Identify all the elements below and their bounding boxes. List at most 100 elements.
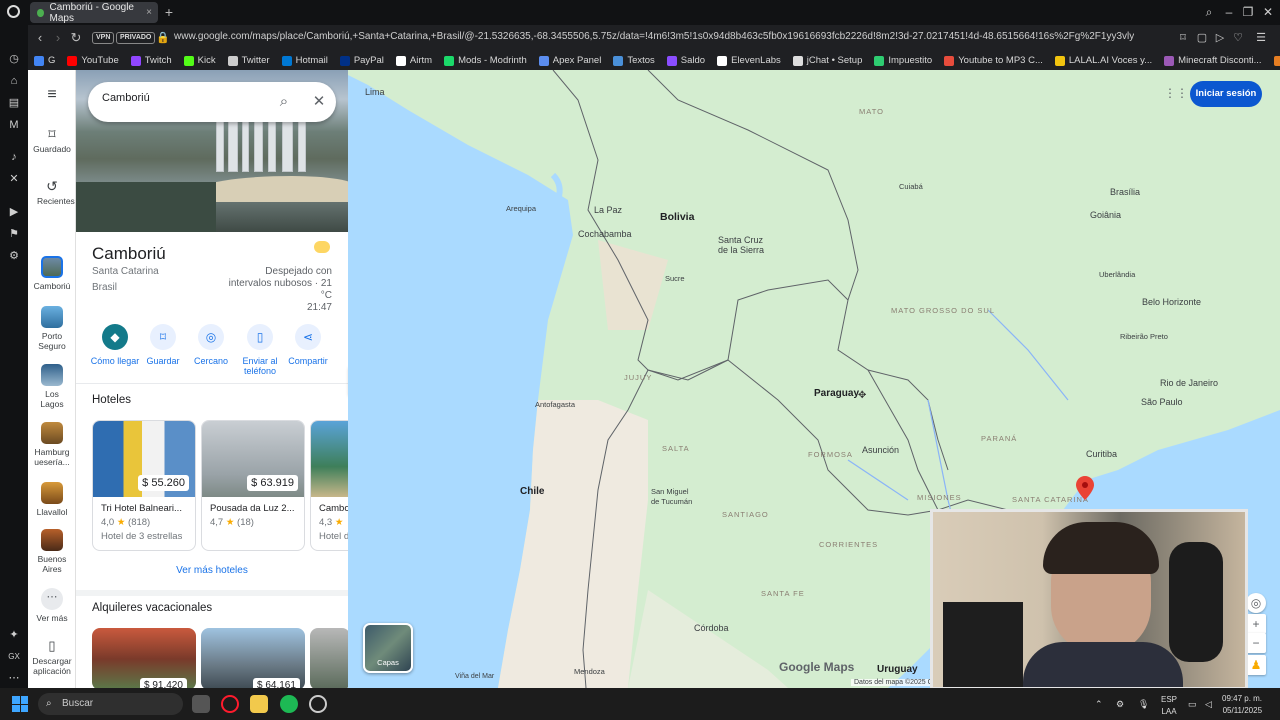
vpn-badge[interactable]: VPN: [92, 32, 115, 44]
url-field[interactable]: www.google.com/maps/place/Camboriú,+Sant…: [174, 31, 1134, 42]
search-tabs-icon[interactable]: ⌕: [1200, 4, 1218, 20]
webcam-overlay: [930, 509, 1248, 690]
zoom-in-button[interactable]: +: [1246, 614, 1266, 634]
back-button[interactable]: ‹: [32, 30, 48, 46]
bookmark-favicon-icon: [444, 55, 455, 66]
rail-item-hamburgueseria[interactable]: Hamburguesería...: [28, 422, 76, 467]
tray-chevron-icon[interactable]: ⌃: [1095, 698, 1103, 710]
search-icon[interactable]: ⌕: [274, 92, 294, 112]
bookmark-item[interactable]: Youtube to MP3 C...: [938, 55, 1049, 66]
more-hotels-link[interactable]: Ver más hoteles: [76, 565, 348, 576]
snapshot-icon[interactable]: ▢: [1195, 31, 1209, 45]
rail-item-porto-seguro[interactable]: Porto Seguro: [28, 306, 76, 351]
tab-google-maps[interactable]: Camboriú - Google Maps ×: [30, 2, 158, 24]
player-icon[interactable]: ▷: [1213, 31, 1227, 45]
bookmark-page-icon[interactable]: ⌑: [1176, 31, 1190, 45]
hotel-card[interactable]: $ 55.260 Tri Hotel Balneari... 4,0 ★ (81…: [92, 420, 196, 551]
rail-download[interactable]: ▯ Descargar aplicación: [28, 638, 76, 676]
bookmark-item[interactable]: Hotmail: [276, 55, 334, 66]
rental-card[interactable]: $ 64.161: [201, 628, 305, 688]
menu-icon[interactable]: ☰: [1254, 31, 1268, 45]
network-icon[interactable]: ▭: [1188, 698, 1197, 710]
rail-item-los-lagos[interactable]: Los Lagos: [28, 364, 76, 409]
bookmark-item[interactable]: Textos: [607, 55, 660, 66]
heart-icon[interactable]: ♡: [1231, 31, 1245, 45]
rail-item-llavallol[interactable]: Llavallol: [28, 482, 76, 517]
close-icon[interactable]: ✕: [309, 92, 329, 112]
new-tab-button[interactable]: +: [161, 4, 177, 20]
opera-gx-icon[interactable]: [221, 695, 239, 713]
nearby-button[interactable]: ◎ Cercano: [184, 324, 238, 366]
bookmark-item[interactable]: PayPal: [334, 55, 390, 66]
volume-icon[interactable]: ◁: [1205, 698, 1212, 710]
task-view-icon[interactable]: [192, 695, 210, 713]
pegman-icon[interactable]: ♟: [1246, 655, 1266, 675]
x-icon[interactable]: ✕: [7, 172, 21, 186]
clock[interactable]: 09:47 p. m. 05/11/2025: [1222, 693, 1262, 717]
more-sidebar-icon[interactable]: ⋯: [7, 671, 21, 685]
microphone-icon[interactable]: 🎙: [1138, 698, 1149, 710]
rail-saved[interactable]: ⌑ Guardado: [28, 126, 76, 154]
maximize-button[interactable]: ❐: [1239, 4, 1257, 20]
hotel-card[interactable]: $ 63.919 Pousada da Luz 2... 4,7 ★ (18): [201, 420, 305, 551]
bookmark-item[interactable]: Saldo: [661, 55, 711, 66]
reload-button[interactable]: ↻: [68, 30, 84, 46]
spotify-icon[interactable]: [280, 695, 298, 713]
player-sidebar-icon[interactable]: ▶: [7, 205, 21, 219]
tiktok-icon[interactable]: ♪: [7, 150, 21, 164]
layers-button[interactable]: Capas: [363, 623, 413, 673]
minimize-button[interactable]: –: [1220, 4, 1238, 20]
hotel-card[interactable]: Cambo 4,3 ★ Hotel d: [310, 420, 348, 551]
windows-start-icon[interactable]: [12, 696, 28, 712]
hamburger-menu-icon[interactable]: ≡: [42, 87, 62, 103]
save-button[interactable]: ⌑ Guardar: [136, 324, 190, 366]
rail-recent[interactable]: ↺ Recientes: [28, 178, 76, 206]
bookmark-item[interactable]: Apex Panel: [533, 55, 608, 66]
rail-more[interactable]: ⋯ Ver más: [28, 588, 76, 623]
bookmark-item[interactable]: Minecraft Disconti...: [1158, 55, 1267, 66]
bookmark-item[interactable]: YouTube: [61, 55, 124, 66]
bookmark-item[interactable]: Impuestito: [868, 55, 938, 66]
settings-icon[interactable]: ⚙: [7, 249, 21, 263]
bookmark-item[interactable]: Twitter: [222, 55, 276, 66]
rental-card[interactable]: [310, 628, 348, 688]
tray-app-icon[interactable]: ⚙: [1116, 698, 1124, 710]
bookmark-item[interactable]: Airtm: [390, 55, 438, 66]
lock-icon[interactable]: 🔒: [156, 31, 170, 45]
send-to-phone-button[interactable]: ▯ Enviar al teléfono: [233, 324, 287, 376]
share-button[interactable]: ⋖ Compartir: [281, 324, 335, 366]
workspaces-icon[interactable]: ▤: [7, 96, 21, 110]
bookmark-item[interactable]: G: [28, 55, 61, 66]
sign-in-button[interactable]: Iniciar sesión: [1190, 81, 1262, 107]
obs-icon[interactable]: [309, 695, 327, 713]
aria-icon[interactable]: ⌂: [7, 74, 21, 88]
discord-icon[interactable]: ✦: [7, 628, 21, 642]
bookmark-item[interactable]: jChat • Setup: [787, 55, 869, 66]
bookmark-item[interactable]: Kick: [178, 55, 222, 66]
my-location-icon[interactable]: ◎: [1246, 593, 1266, 613]
file-explorer-icon[interactable]: [250, 695, 268, 713]
language-indicator[interactable]: ESP LAA: [1161, 694, 1177, 718]
zoom-out-button[interactable]: −: [1246, 633, 1266, 653]
rail-item-camboriu[interactable]: Camboriú: [28, 256, 76, 291]
rental-card[interactable]: $ 91.420: [92, 628, 196, 688]
messenger-icon[interactable]: M: [7, 118, 21, 132]
gx-icon[interactable]: GX: [7, 650, 21, 664]
close-window-button[interactable]: ✕: [1259, 4, 1277, 20]
directions-button[interactable]: ◆ Cómo llegar: [88, 324, 142, 366]
bookmark-item[interactable]: efectos: [1268, 55, 1280, 66]
search-input[interactable]: [102, 92, 262, 104]
close-tab-icon[interactable]: ×: [146, 7, 152, 18]
taskbar-search[interactable]: ⌕ Buscar: [38, 693, 183, 715]
speed-dial-icon[interactable]: ◷: [7, 52, 21, 66]
bookmark-item[interactable]: Twitch: [125, 55, 178, 66]
bookmark-item[interactable]: LALAL.AI Voces y...: [1049, 55, 1158, 66]
pinboard-icon[interactable]: ⚑: [7, 227, 21, 241]
rail-item-buenos-aires[interactable]: Buenos Aires: [28, 529, 76, 574]
apps-grid-icon[interactable]: ⋮⋮: [1164, 86, 1188, 100]
bookmark-item[interactable]: Mods - Modrinth: [438, 55, 533, 66]
forward-button[interactable]: ›: [50, 30, 66, 46]
opera-logo-icon[interactable]: [7, 5, 20, 18]
bookmark-item[interactable]: ElevenLabs: [711, 55, 787, 66]
location-pin-icon[interactable]: [1076, 476, 1094, 500]
